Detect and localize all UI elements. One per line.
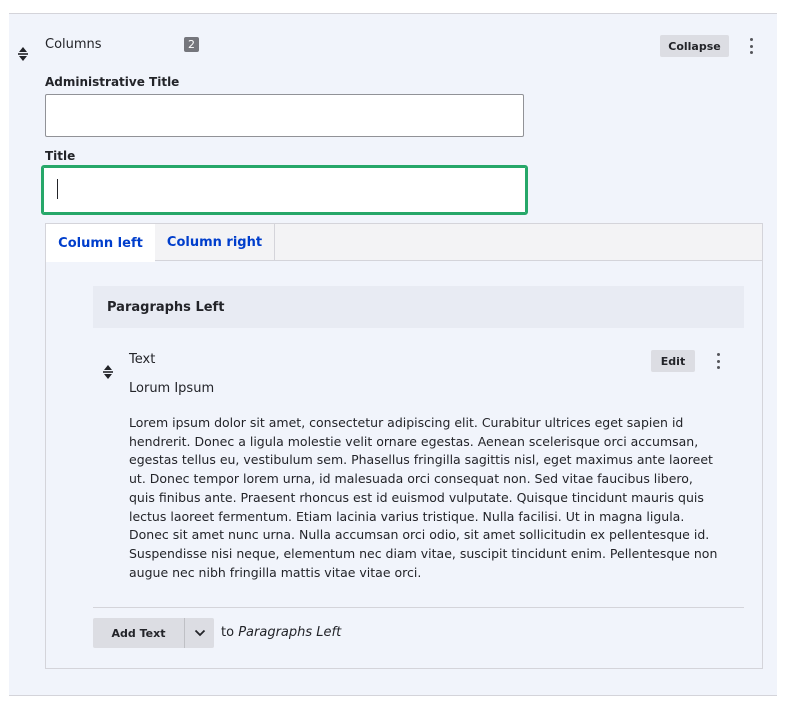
add-target-text: to Paragraphs Left bbox=[221, 625, 341, 640]
collapse-button[interactable]: Collapse bbox=[660, 35, 729, 57]
kebab-menu-icon[interactable] bbox=[746, 36, 756, 56]
tab-column-left[interactable]: Column left bbox=[46, 224, 155, 262]
paragraph-type-label: Columns bbox=[45, 37, 102, 52]
admin-title-input[interactable] bbox=[45, 94, 524, 137]
add-text-button[interactable]: Add Text bbox=[93, 618, 184, 648]
text-caret bbox=[57, 179, 58, 199]
add-target-name: Paragraphs Left bbox=[238, 625, 342, 640]
text-paragraph-title: Lorum Ipsum bbox=[129, 381, 215, 396]
tab-column-right[interactable]: Column right bbox=[155, 224, 275, 261]
columns-tabs: Column left Column right Paragraphs Left… bbox=[45, 223, 763, 669]
add-text-split-button: Add Text bbox=[93, 618, 214, 648]
title-input[interactable] bbox=[41, 165, 528, 215]
kebab-menu-icon[interactable] bbox=[713, 351, 723, 371]
text-paragraph-body: Lorem ipsum dolor sit amet, consectetur … bbox=[129, 415, 718, 580]
columns-paragraph-panel: Columns 2 Collapse Administrative Title … bbox=[9, 13, 777, 696]
chevron-down-icon bbox=[194, 629, 205, 637]
drag-handle-icon[interactable] bbox=[17, 46, 29, 62]
admin-title-label: Administrative Title bbox=[45, 75, 180, 89]
title-label: Title bbox=[45, 149, 76, 163]
drag-handle-icon[interactable] bbox=[102, 364, 114, 380]
edit-button[interactable]: Edit bbox=[651, 350, 695, 372]
tab-bar: Column left Column right bbox=[46, 224, 762, 262]
paragraph-count-badge: 2 bbox=[184, 37, 199, 52]
add-target-prefix: to bbox=[221, 625, 235, 640]
divider bbox=[93, 607, 744, 608]
text-paragraph-type-label: Text bbox=[129, 352, 156, 367]
add-options-toggle[interactable] bbox=[184, 618, 214, 648]
paragraphs-left-header: Paragraphs Left bbox=[93, 286, 744, 328]
